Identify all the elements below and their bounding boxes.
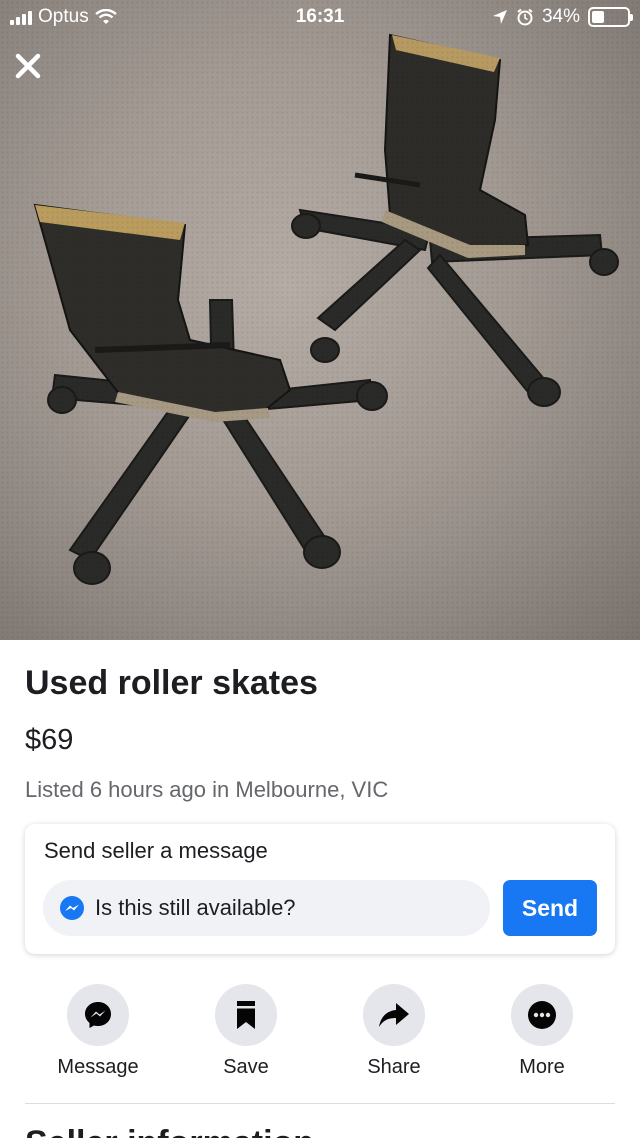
battery-percent: 34% xyxy=(541,6,580,27)
messenger-icon xyxy=(60,896,84,920)
message-input-value: Is this still available? xyxy=(95,895,296,920)
message-button-circle[interactable] xyxy=(67,984,129,1046)
save-label: Save xyxy=(223,1056,269,1078)
share-label: Share xyxy=(367,1056,421,1078)
message-card-title: Send seller a message xyxy=(44,838,268,863)
message-button[interactable]: Message xyxy=(33,984,163,1079)
send-button[interactable]: Send xyxy=(503,880,597,936)
message-label: Message xyxy=(57,1056,139,1078)
bookmark-icon xyxy=(237,1001,255,1029)
more-label: More xyxy=(519,1056,565,1078)
listing-meta: Listed 6 hours ago in Melbourne, VIC xyxy=(25,777,389,802)
status-bar: Optus 16:31 34% xyxy=(0,0,640,36)
listing-title: Used roller skates xyxy=(25,664,318,702)
section-divider xyxy=(25,1103,615,1104)
send-message-card: Send seller a message Is this still avai… xyxy=(25,824,615,954)
seller-information-heading: Seller information xyxy=(25,1124,314,1138)
save-button-circle[interactable] xyxy=(215,984,277,1046)
location-arrow-icon xyxy=(492,10,507,24)
battery-fill xyxy=(592,11,604,23)
battery-icon xyxy=(588,7,633,27)
listing-photo[interactable] xyxy=(0,0,640,640)
close-icon xyxy=(15,53,41,79)
close-button[interactable] xyxy=(10,48,46,84)
share-button[interactable]: Share xyxy=(329,984,459,1079)
action-bar: Message Save Share More xyxy=(0,984,640,1084)
more-button-circle[interactable] xyxy=(511,984,573,1046)
save-button[interactable]: Save xyxy=(181,984,311,1079)
alarm-icon xyxy=(517,8,533,26)
message-input[interactable]: Is this still available? xyxy=(43,880,490,936)
listing-price: $69 xyxy=(25,724,74,756)
messenger-icon xyxy=(85,1002,111,1028)
status-right: 34% xyxy=(492,6,633,28)
share-arrow-icon xyxy=(379,1003,409,1027)
more-dots-icon xyxy=(528,1001,556,1029)
share-button-circle[interactable] xyxy=(363,984,425,1046)
boot-chair-skates-image xyxy=(33,33,619,585)
more-button[interactable]: More xyxy=(477,984,607,1079)
